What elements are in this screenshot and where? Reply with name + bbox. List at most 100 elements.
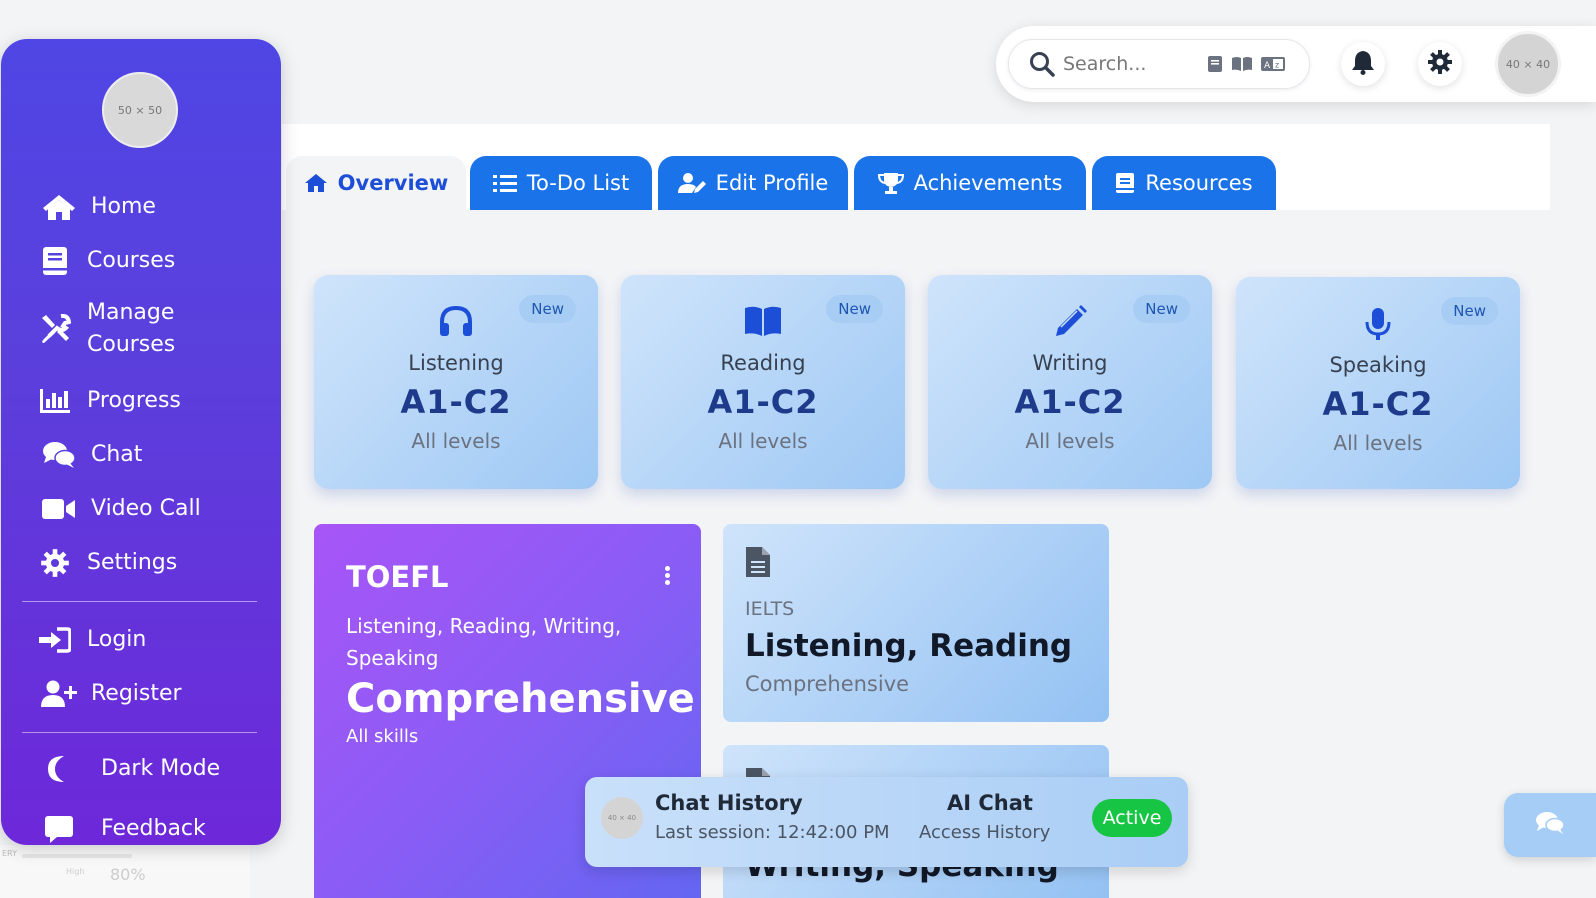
more-options-icon[interactable] [663, 564, 671, 587]
skill-name: Speaking [1329, 353, 1427, 377]
tab-overview[interactable]: Overview [286, 156, 466, 210]
access-history-link[interactable]: Access History [919, 822, 1050, 843]
skill-card-writing[interactable]: New Writing A1-C2 All levels [928, 275, 1212, 489]
svg-text:A: A [1264, 61, 1271, 71]
search-filters: Az [1207, 55, 1293, 73]
ghost-progress-bar [22, 854, 132, 858]
ghost-percent: 80% [110, 865, 146, 884]
home-icon [304, 172, 328, 194]
sidebar-item-chat[interactable]: Chat [41, 439, 142, 471]
skill-sub: All levels [1025, 429, 1115, 453]
book-open-icon[interactable] [1231, 56, 1253, 72]
trophy-icon [877, 172, 904, 194]
search-bar[interactable]: Az [1008, 39, 1310, 89]
skill-sub: All levels [718, 429, 808, 453]
chat-bubbles-icon [1535, 811, 1565, 839]
background-widget: ERY High 80% [0, 845, 250, 898]
skill-name: Reading [720, 351, 806, 375]
ielts-card[interactable]: IELTS Listening, Reading Comprehensive [723, 524, 1109, 722]
search-icon [1029, 51, 1055, 77]
sidebar-item-label: Feedback [101, 816, 206, 841]
card-title: Listening, Reading [745, 628, 1073, 664]
tab-label: Achievements [913, 171, 1063, 195]
sidebar-item-progress[interactable]: Progress [37, 385, 181, 417]
tab-achievements[interactable]: Achievements [854, 156, 1086, 210]
sidebar-item-label: Manage Courses [87, 300, 176, 357]
skill-level: A1-C2 [1322, 385, 1434, 423]
chat-history-title: Chat History [655, 791, 803, 815]
dark-mode-toggle[interactable]: Dark Mode [41, 753, 220, 785]
book-icon[interactable] [1207, 55, 1223, 73]
skill-card-listening[interactable]: New Listening A1-C2 All levels [314, 275, 598, 489]
sidebar-item-label: Dark Mode [101, 756, 221, 781]
skill-card-reading[interactable]: New Reading A1-C2 All levels [621, 275, 905, 489]
avatar: 40 × 40 [601, 797, 643, 839]
ghost-label: ERY [2, 849, 17, 858]
skill-name: Listening [408, 351, 504, 375]
sign-in-icon [37, 625, 73, 655]
floating-chat-button[interactable] [1504, 793, 1596, 857]
ghost-label: High [66, 867, 85, 876]
gear-icon [1427, 49, 1453, 79]
skill-level: A1-C2 [1014, 383, 1126, 421]
sidebar-item-feedback[interactable]: Feedback [41, 813, 206, 845]
home-icon [41, 192, 77, 222]
video-icon [41, 494, 77, 524]
avatar[interactable]: 50 × 50 [102, 72, 178, 148]
skill-sub: All levels [1333, 431, 1423, 455]
search-input[interactable] [1063, 53, 1193, 75]
divider [22, 732, 257, 733]
skill-name: Writing [1032, 351, 1108, 375]
tab-label: Overview [337, 171, 449, 195]
card-skills: Listening, Reading, Writing, Speaking [346, 614, 622, 670]
gear-icon [37, 548, 73, 578]
sidebar-item-label: Video Call [91, 496, 201, 521]
sidebar-item-label: Settings [87, 550, 178, 575]
sidebar-item-video-call[interactable]: Video Call [41, 493, 201, 525]
book-icon [1115, 172, 1135, 194]
document-icon [745, 546, 771, 582]
sidebar: 50 × 50 Home Courses Manage Courses Prog… [1, 39, 281, 845]
card-title: TOEFL [346, 560, 449, 594]
sidebar-item-label: Login [87, 627, 147, 652]
sidebar-item-label: Progress [87, 388, 181, 413]
skill-card-speaking[interactable]: New Speaking A1-C2 All levels [1236, 277, 1520, 489]
sidebar-item-manage-courses[interactable]: Manage Courses [37, 297, 175, 361]
book-open-icon [621, 305, 905, 337]
divider [22, 601, 257, 602]
chart-bar-icon [37, 386, 73, 416]
skill-level: A1-C2 [400, 383, 512, 421]
chat-history-popup[interactable]: 40 × 40 Chat History Last session: 12:42… [585, 777, 1188, 867]
sidebar-item-label: Chat [91, 442, 143, 467]
tab-label: Resources [1145, 171, 1253, 195]
card-headline: Comprehensive [346, 676, 695, 722]
ai-chat-title: AI Chat [947, 791, 1033, 815]
tab-resources[interactable]: Resources [1092, 156, 1276, 210]
tools-icon [37, 314, 73, 344]
settings-button[interactable] [1418, 42, 1462, 86]
status-badge: Active [1092, 799, 1172, 837]
user-edit-icon [677, 172, 706, 194]
tab-label: Edit Profile [715, 171, 829, 195]
card-subtitle: All skills [346, 726, 419, 747]
tab-todo-list[interactable]: To-Do List [470, 156, 652, 210]
user-plus-icon [41, 679, 77, 709]
sidebar-item-register[interactable]: Register [41, 678, 182, 710]
translate-icon[interactable]: Az [1261, 57, 1285, 71]
microphone-icon [1236, 307, 1520, 341]
headphones-icon [314, 305, 598, 337]
book-icon [37, 246, 73, 276]
sidebar-item-courses[interactable]: Courses [37, 245, 175, 277]
svg-text:z: z [1275, 61, 1279, 70]
sidebar-item-login[interactable]: Login [37, 624, 146, 656]
card-label: IELTS [745, 598, 795, 620]
skill-level: A1-C2 [707, 383, 819, 421]
notifications-button[interactable] [1341, 42, 1385, 86]
top-bar: Az 40 × 40 [996, 26, 1596, 102]
sidebar-item-home[interactable]: Home [41, 191, 156, 223]
bell-icon [1351, 49, 1375, 79]
user-avatar[interactable]: 40 × 40 [1495, 31, 1561, 97]
sidebar-item-settings[interactable]: Settings [37, 547, 177, 579]
tab-edit-profile[interactable]: Edit Profile [658, 156, 848, 210]
sidebar-item-label: Register [91, 681, 182, 706]
